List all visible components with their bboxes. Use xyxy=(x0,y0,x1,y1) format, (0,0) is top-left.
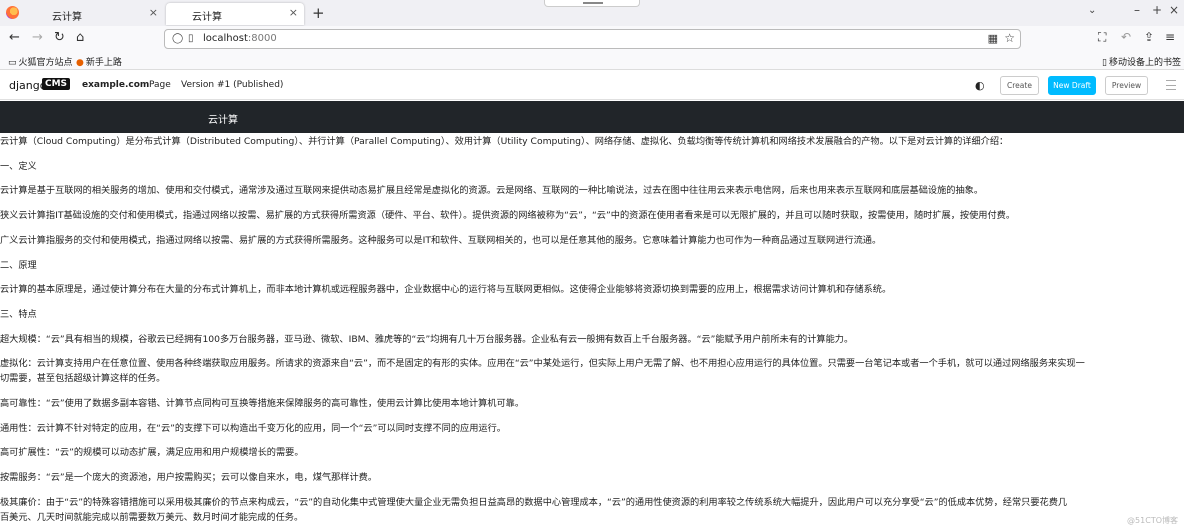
new-tab-button[interactable]: + xyxy=(312,4,325,22)
create-button[interactable]: Create xyxy=(1000,76,1039,95)
site-menu[interactable]: example.com xyxy=(82,80,149,90)
paragraph-line: 虚拟化：云计算支持用户在任意位置、使用各种终端获取应用服务。所请求的资源来自“云… xyxy=(0,358,1085,369)
page-content: 云计算（Cloud Computing）是分布式计算（Distributed C… xyxy=(0,133,1184,530)
tab-title: 云计算 xyxy=(52,12,82,23)
mobile-bookmarks[interactable]: ▯ 移动设备上的书签 xyxy=(1102,55,1181,68)
paragraph: 通用性：云计算不针对特定的应用，在“云”的支撑下可以构造出千变万化的应用，同一个… xyxy=(0,423,506,434)
close-tab-icon[interactable]: × xyxy=(149,6,158,19)
minimize-button[interactable]: – xyxy=(1134,3,1140,17)
close-window-button[interactable]: × xyxy=(1169,3,1179,17)
tab-2-active[interactable]: 云计算 × xyxy=(166,3,304,25)
firefox-icon: ● xyxy=(76,58,84,68)
cms-logo-box[interactable]: CMS xyxy=(42,78,71,90)
forward-arrow-icon[interactable]: → xyxy=(32,30,43,45)
extensions-icon[interactable]: ⛶ xyxy=(1098,30,1106,45)
folder-icon: ▭ xyxy=(8,58,17,68)
share-icon[interactable]: ⇪ xyxy=(1144,30,1154,44)
reload-icon[interactable]: ↻ xyxy=(54,30,65,45)
paragraph: 云计算（Cloud Computing）是分布式计算（Distributed C… xyxy=(0,136,1009,147)
tab-title: 云计算 xyxy=(192,12,222,23)
bookmark-getting-started[interactable]: ● 新手上路 xyxy=(76,55,122,68)
sideframe-menu-icon[interactable] xyxy=(1166,80,1176,90)
version-menu[interactable]: Version #1 (Published) xyxy=(181,80,283,90)
home-icon[interactable]: ⌂ xyxy=(76,30,84,45)
paragraph-line: 极其廉价：由于“云”的特殊容错措施可以采用极其廉价的节点来构成云，“云”的自动化… xyxy=(0,497,1068,508)
paragraph-line: 百美元、几天时间就能完成以前需要数万美元、数月时间才能完成的任务。 xyxy=(0,512,304,523)
color-scheme-toggle-icon[interactable]: ◐ xyxy=(975,79,985,92)
page-menu[interactable]: Page xyxy=(149,80,171,90)
window-drag-handle[interactable] xyxy=(544,0,640,7)
url-text[interactable]: localhost:8000 xyxy=(203,33,277,44)
bookmark-firefox-official[interactable]: ▭ 火狐官方站点 xyxy=(8,55,73,68)
page-favicon-icon xyxy=(32,8,43,19)
paragraph: 按需服务：“云”是一个庞大的资源池，用户按需购买；云可以像自来水，电，煤气那样计… xyxy=(0,472,378,483)
watermark: @51CTO博客 xyxy=(1127,516,1178,525)
section-heading: 三、特点 xyxy=(0,309,37,320)
tracking-shield-icon[interactable]: ◯ xyxy=(172,33,183,44)
undo-icon[interactable]: ↶ xyxy=(1121,30,1131,44)
section-heading: 一、定义 xyxy=(0,161,37,172)
paragraph: 高可靠性：“云”使用了数据多副本容错、计算节点同构可互换等措施来保障服务的高可靠… xyxy=(0,398,525,409)
page-favicon-icon xyxy=(172,8,183,19)
mobile-icon: ▯ xyxy=(1102,58,1107,68)
cms-toolbar: django CMS example.com Page Version #1 (… xyxy=(0,71,1184,100)
tab-1[interactable]: 云计算 × xyxy=(26,3,164,25)
page-info-icon[interactable]: ▯ xyxy=(188,33,194,44)
paragraph: 云计算的基本原理是，通过使计算分布在大量的分布式计算机上，而非本地计算机或远程服… xyxy=(0,284,892,295)
new-draft-button[interactable]: New Draft xyxy=(1048,76,1096,95)
tab-strip: 云计算 × 云计算 × + ⌄ – + × xyxy=(0,0,1184,26)
bookmark-star-icon[interactable]: ☆ xyxy=(1004,31,1015,45)
qr-code-icon[interactable]: ▦ xyxy=(988,32,998,45)
maximize-button[interactable]: + xyxy=(1152,3,1162,17)
paragraph: 广义云计算指服务的交付和使用模式，指通过网络以按需、易扩展的方式获得所需服务。这… xyxy=(0,235,882,246)
menu-icon[interactable]: ≡ xyxy=(1165,30,1175,44)
paragraph: 超大规模：“云”具有相当的规模，谷歌云已经拥有100多万台服务器，亚马逊、微软、… xyxy=(0,334,854,345)
close-tab-icon[interactable]: × xyxy=(289,6,298,19)
url-bar[interactable]: ◯ ▯ localhost:8000 ▦ ☆ xyxy=(164,29,1021,49)
bookmarks-toolbar: ▭ 火狐官方站点 ● 新手上路 ▯ 移动设备上的书签 xyxy=(0,52,1184,70)
tab-list-chevron-icon[interactable]: ⌄ xyxy=(1088,5,1096,16)
back-arrow-icon[interactable]: ← xyxy=(9,30,20,45)
page-title: 云计算 xyxy=(208,115,238,126)
preview-button[interactable]: Preview xyxy=(1105,76,1148,95)
section-heading: 二、原理 xyxy=(0,260,37,271)
cms-logo-text[interactable]: django xyxy=(9,79,46,92)
firefox-view-icon[interactable] xyxy=(6,6,19,19)
paragraph: 狭义云计算指IT基础设施的交付和使用模式，指通过网络以按需、易扩展的方式获得所需… xyxy=(0,210,1016,221)
paragraph: 云计算是基于互联网的相关服务的增加、使用和交付模式，通常涉及通过互联网来提供动态… xyxy=(0,185,984,196)
paragraph-line: 切需要，甚至包括超级计算这样的任务。 xyxy=(0,373,166,384)
page-header: 云计算 xyxy=(0,101,1184,133)
paragraph: 高可扩展性：“云”的规模可以动态扩展，满足应用和用户规模增长的需要。 xyxy=(0,447,304,458)
